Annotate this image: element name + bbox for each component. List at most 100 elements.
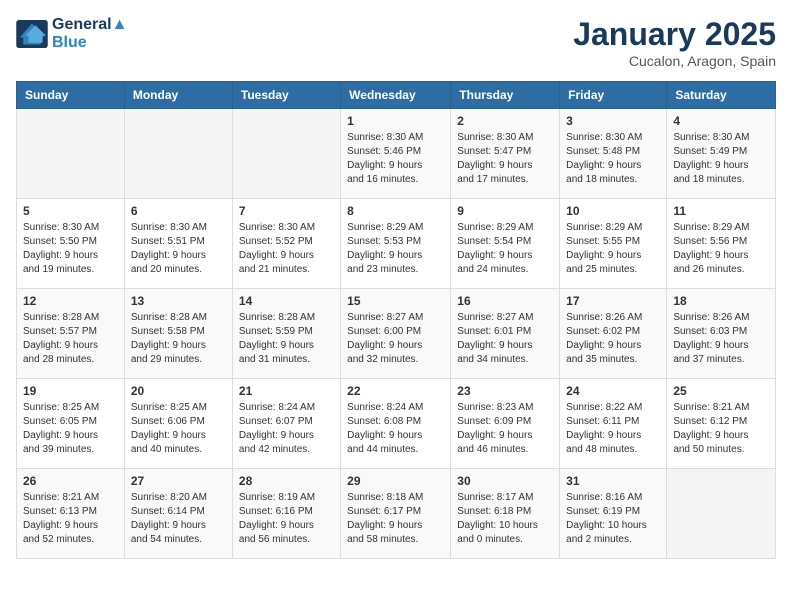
cell-content: Sunrise: 8:30 AM Sunset: 5:52 PM Dayligh… bbox=[239, 221, 334, 277]
calendar-cell: 27Sunrise: 8:20 AM Sunset: 6:14 PM Dayli… bbox=[124, 469, 232, 559]
day-number: 28 bbox=[239, 474, 334, 488]
calendar-cell: 30 Sunrise: 8:17 AM Sunset: 6:18 PM Dayli… bbox=[451, 469, 560, 559]
day-number: 23 bbox=[457, 384, 553, 398]
day-number: 16 bbox=[457, 294, 553, 308]
calendar-cell bbox=[124, 109, 232, 199]
cell-content: Sunrise: 8:29 AM Sunset: 5:55 PM Dayligh… bbox=[566, 221, 660, 277]
day-number: 17 bbox=[566, 294, 660, 308]
cell-content: Sunrise: 8:22 AM Sunset: 6:11 PM Dayligh… bbox=[566, 401, 660, 457]
location: Cucalon, Aragon, Spain bbox=[573, 53, 776, 69]
calendar-cell: 15Sunrise: 8:27 AM Sunset: 6:00 PM Dayli… bbox=[341, 289, 451, 379]
cell-content: Sunrise: 8:18 AM Sunset: 6:17 PM Dayligh… bbox=[347, 491, 444, 547]
cell-content: Sunrise: 8:21 AM Sunset: 6:13 PM Dayligh… bbox=[23, 491, 118, 547]
cell-content: Sunrise: 8:26 AM Sunset: 6:02 PM Dayligh… bbox=[566, 311, 660, 367]
header-sunday: Sunday bbox=[17, 82, 125, 109]
calendar-cell: 2 Sunrise: 8:30 AM Sunset: 5:47 PM Daylig… bbox=[451, 109, 560, 199]
calendar-cell: 10 Sunrise: 8:29 AM Sunset: 5:55 PM Dayli… bbox=[560, 199, 667, 289]
calendar-week-3: 12 Sunrise: 8:28 AM Sunset: 5:57 PM Dayli… bbox=[17, 289, 776, 379]
calendar-cell: 21Sunrise: 8:24 AM Sunset: 6:07 PM Dayli… bbox=[232, 379, 340, 469]
calendar-cell: 19Sunrise: 8:25 AM Sunset: 6:05 PM Dayli… bbox=[17, 379, 125, 469]
header-tuesday: Tuesday bbox=[232, 82, 340, 109]
cell-content: Sunrise: 8:29 AM Sunset: 5:54 PM Dayligh… bbox=[457, 221, 553, 277]
cell-content: Sunrise: 8:19 AM Sunset: 6:16 PM Dayligh… bbox=[239, 491, 334, 547]
day-number: 25 bbox=[673, 384, 769, 398]
cell-content: Sunrise: 8:30 AM Sunset: 5:46 PM Dayligh… bbox=[347, 131, 444, 187]
cell-content: Sunrise: 8:21 AM Sunset: 6:12 PM Dayligh… bbox=[673, 401, 769, 457]
logo-icon bbox=[16, 20, 48, 48]
calendar-week-2: 5 Sunrise: 8:30 AM Sunset: 5:50 PM Daylig… bbox=[17, 199, 776, 289]
calendar-week-4: 19Sunrise: 8:25 AM Sunset: 6:05 PM Dayli… bbox=[17, 379, 776, 469]
header-friday: Friday bbox=[560, 82, 667, 109]
day-number: 9 bbox=[457, 204, 553, 218]
calendar-week-1: 1 Sunrise: 8:30 AM Sunset: 5:46 PM Daylig… bbox=[17, 109, 776, 199]
header-thursday: Thursday bbox=[451, 82, 560, 109]
calendar-cell: 23 Sunrise: 8:23 AM Sunset: 6:09 PM Dayli… bbox=[451, 379, 560, 469]
calendar-table: SundayMondayTuesdayWednesdayThursdayFrid… bbox=[16, 81, 776, 559]
calendar-cell bbox=[17, 109, 125, 199]
calendar-header-row: SundayMondayTuesdayWednesdayThursdayFrid… bbox=[17, 82, 776, 109]
calendar-cell: 22Sunrise: 8:24 AM Sunset: 6:08 PM Dayli… bbox=[341, 379, 451, 469]
calendar-cell: 11Sunrise: 8:29 AM Sunset: 5:56 PM Dayli… bbox=[667, 199, 776, 289]
day-number: 1 bbox=[347, 114, 444, 128]
day-number: 19 bbox=[23, 384, 118, 398]
cell-content: Sunrise: 8:27 AM Sunset: 6:01 PM Dayligh… bbox=[457, 311, 553, 367]
day-number: 26 bbox=[23, 474, 118, 488]
calendar-cell: 3 Sunrise: 8:30 AM Sunset: 5:48 PM Daylig… bbox=[560, 109, 667, 199]
cell-content: Sunrise: 8:26 AM Sunset: 6:03 PM Dayligh… bbox=[673, 311, 769, 367]
header-monday: Monday bbox=[124, 82, 232, 109]
cell-content: Sunrise: 8:28 AM Sunset: 5:57 PM Dayligh… bbox=[23, 311, 118, 367]
month-title: January 2025 bbox=[573, 16, 776, 53]
day-number: 11 bbox=[673, 204, 769, 218]
cell-content: Sunrise: 8:17 AM Sunset: 6:18 PM Dayligh… bbox=[457, 491, 553, 547]
title-block: January 2025 Cucalon, Aragon, Spain bbox=[573, 16, 776, 69]
calendar-week-5: 26 Sunrise: 8:21 AM Sunset: 6:13 PM Dayli… bbox=[17, 469, 776, 559]
cell-content: Sunrise: 8:24 AM Sunset: 6:07 PM Dayligh… bbox=[239, 401, 334, 457]
day-number: 2 bbox=[457, 114, 553, 128]
calendar-cell: 16 Sunrise: 8:27 AM Sunset: 6:01 PM Dayli… bbox=[451, 289, 560, 379]
day-number: 4 bbox=[673, 114, 769, 128]
calendar-cell: 6 Sunrise: 8:30 AM Sunset: 5:51 PM Daylig… bbox=[124, 199, 232, 289]
calendar-cell bbox=[232, 109, 340, 199]
page-header: General▲ Blue January 2025 Cucalon, Arag… bbox=[16, 16, 776, 69]
cell-content: Sunrise: 8:24 AM Sunset: 6:08 PM Dayligh… bbox=[347, 401, 444, 457]
calendar-cell: 28 Sunrise: 8:19 AM Sunset: 6:16 PM Dayli… bbox=[232, 469, 340, 559]
cell-content: Sunrise: 8:30 AM Sunset: 5:50 PM Dayligh… bbox=[23, 221, 118, 277]
calendar-cell: 8 Sunrise: 8:29 AM Sunset: 5:53 PM Daylig… bbox=[341, 199, 451, 289]
day-number: 10 bbox=[566, 204, 660, 218]
header-saturday: Saturday bbox=[667, 82, 776, 109]
day-number: 20 bbox=[131, 384, 226, 398]
day-number: 31 bbox=[566, 474, 660, 488]
cell-content: Sunrise: 8:20 AM Sunset: 6:14 PM Dayligh… bbox=[131, 491, 226, 547]
calendar-cell: 14Sunrise: 8:28 AM Sunset: 5:59 PM Dayli… bbox=[232, 289, 340, 379]
day-number: 18 bbox=[673, 294, 769, 308]
day-number: 30 bbox=[457, 474, 553, 488]
calendar-cell: 20 Sunrise: 8:25 AM Sunset: 6:06 PM Dayli… bbox=[124, 379, 232, 469]
calendar-cell: 25 Sunrise: 8:21 AM Sunset: 6:12 PM Dayli… bbox=[667, 379, 776, 469]
day-number: 7 bbox=[239, 204, 334, 218]
day-number: 3 bbox=[566, 114, 660, 128]
day-number: 14 bbox=[239, 294, 334, 308]
cell-content: Sunrise: 8:25 AM Sunset: 6:06 PM Dayligh… bbox=[131, 401, 226, 457]
cell-content: Sunrise: 8:29 AM Sunset: 5:53 PM Dayligh… bbox=[347, 221, 444, 277]
calendar-cell: 12 Sunrise: 8:28 AM Sunset: 5:57 PM Dayli… bbox=[17, 289, 125, 379]
day-number: 15 bbox=[347, 294, 444, 308]
calendar-cell: 5 Sunrise: 8:30 AM Sunset: 5:50 PM Daylig… bbox=[17, 199, 125, 289]
day-number: 24 bbox=[566, 384, 660, 398]
cell-content: Sunrise: 8:30 AM Sunset: 5:48 PM Dayligh… bbox=[566, 131, 660, 187]
cell-content: Sunrise: 8:30 AM Sunset: 5:47 PM Dayligh… bbox=[457, 131, 553, 187]
cell-content: Sunrise: 8:30 AM Sunset: 5:51 PM Dayligh… bbox=[131, 221, 226, 277]
calendar-cell: 24 Sunrise: 8:22 AM Sunset: 6:11 PM Dayli… bbox=[560, 379, 667, 469]
calendar-cell: 13Sunrise: 8:28 AM Sunset: 5:58 PM Dayli… bbox=[124, 289, 232, 379]
cell-content: Sunrise: 8:30 AM Sunset: 5:49 PM Dayligh… bbox=[673, 131, 769, 187]
logo-text: General▲ Blue bbox=[52, 16, 127, 52]
cell-content: Sunrise: 8:28 AM Sunset: 5:58 PM Dayligh… bbox=[131, 311, 226, 367]
day-number: 29 bbox=[347, 474, 444, 488]
calendar-cell: 17 Sunrise: 8:26 AM Sunset: 6:02 PM Dayli… bbox=[560, 289, 667, 379]
day-number: 12 bbox=[23, 294, 118, 308]
calendar-cell: 9 Sunrise: 8:29 AM Sunset: 5:54 PM Daylig… bbox=[451, 199, 560, 289]
day-number: 8 bbox=[347, 204, 444, 218]
day-number: 6 bbox=[131, 204, 226, 218]
cell-content: Sunrise: 8:23 AM Sunset: 6:09 PM Dayligh… bbox=[457, 401, 553, 457]
calendar-cell: 4 Sunrise: 8:30 AM Sunset: 5:49 PM Daylig… bbox=[667, 109, 776, 199]
day-number: 5 bbox=[23, 204, 118, 218]
